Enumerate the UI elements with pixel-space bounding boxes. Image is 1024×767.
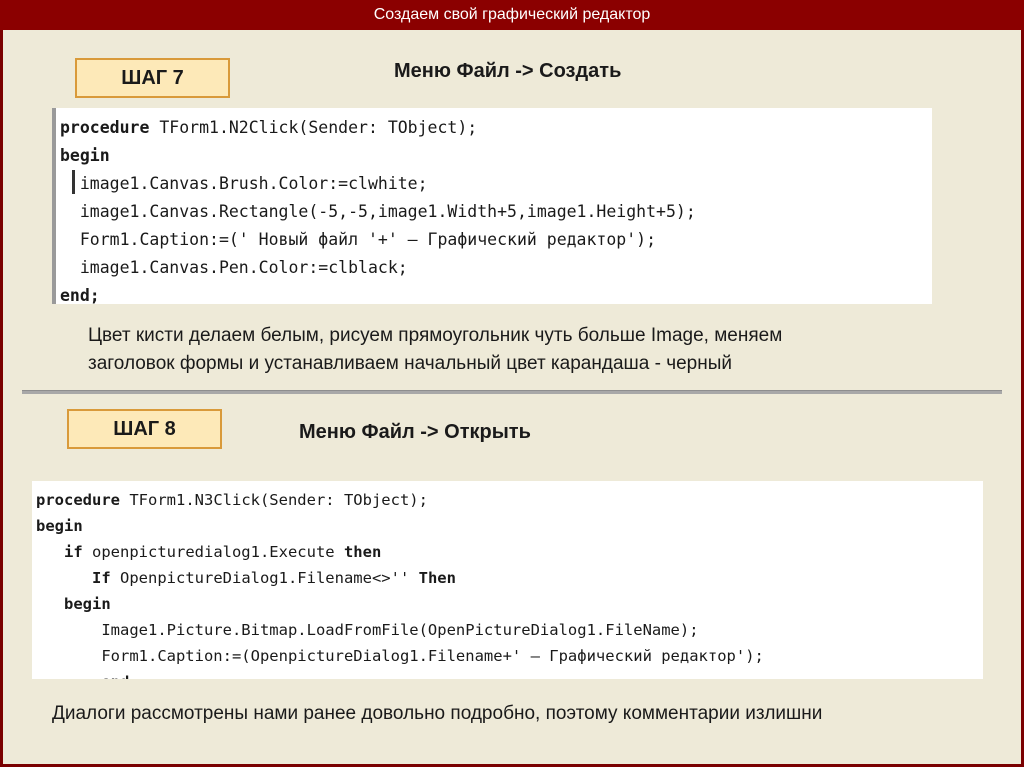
code-keyword: procedure [60,118,150,137]
step-8-badge: ШАГ 8 [67,409,222,449]
code-text: Form1.Caption:=(' Новый файл '+' – Графи… [60,230,657,249]
code-line: begin [60,142,932,170]
code-text: Image1.Picture.Bitmap.LoadFromFile(OpenP… [36,621,699,639]
step-7-description-line-1: Цвет кисти делаем белым, рисуем прямоуго… [88,325,783,346]
step-7-description-line-2: заголовок формы и устанавливаем начальны… [88,353,732,374]
code-text: Form1.Caption:=(OpenpictureDialog1.Filen… [36,647,764,665]
code-line: end; [60,282,932,304]
code-line: begin [36,513,983,539]
code-line: image1.Canvas.Brush.Color:=clwhite; [60,170,932,198]
code-line: Form1.Caption:=(OpenpictureDialog1.Filen… [36,643,983,669]
text-cursor [72,170,75,194]
step-7-badge: ШАГ 7 [75,58,230,98]
code-keyword: end; [60,286,100,304]
code-text: image1.Canvas.Brush.Color:=clwhite; [60,174,428,193]
code-gutter [52,108,56,304]
code-line: If OpenpictureDialog1.Filename<>'' Then [36,565,983,591]
code-text: openpicturedialog1.Execute [82,543,344,561]
code-keyword: procedure [36,491,120,509]
code-keyword: if [64,543,83,561]
code-line: end; [36,669,983,679]
code-keyword: then [343,543,382,561]
step-8-code-listing: procedure TForm1.N3Click(Sender: TObject… [32,481,983,679]
slide-title: Создаем свой графический редактор [0,0,1024,30]
code-line: Form1.Caption:=(' Новый файл '+' – Графи… [60,226,932,254]
step-8-description: Диалоги рассмотрены нами ранее довольно … [52,703,823,724]
code-keyword: begin [36,517,83,535]
code-line: begin [36,591,983,617]
code-line: image1.Canvas.Pen.Color:=clblack; [60,254,932,282]
step-7-code-listing: procedure TForm1.N2Click(Sender: TObject… [52,108,932,304]
code-text: image1.Canvas.Rectangle(-5,-5,image1.Wid… [60,202,696,221]
code-line: procedure TForm1.N2Click(Sender: TObject… [60,114,932,142]
code-keyword: If [92,569,111,587]
step-8-menu-heading: Меню Файл -> Открыть [299,421,531,443]
code-text: TForm1.N2Click(Sender: TObject); [149,118,478,137]
code-text: image1.Canvas.Pen.Color:=clblack; [60,258,408,277]
code-keyword: begin [60,146,110,165]
code-keyword: end; [36,673,138,679]
step-7-description: Цвет кисти делаем белым, рисуем прямоуго… [88,322,948,378]
code-line: procedure TForm1.N3Click(Sender: TObject… [36,487,983,513]
code-keyword: begin [64,595,111,613]
step-7-menu-heading: Меню Файл -> Создать [394,60,622,82]
code-keyword: Then [418,569,456,587]
section-divider [22,390,1002,394]
code-text: TForm1.N3Click(Sender: TObject); [120,491,428,509]
code-line: image1.Canvas.Rectangle(-5,-5,image1.Wid… [60,198,932,226]
code-line: if openpicturedialog1.Execute then [36,539,983,565]
code-text: OpenpictureDialog1.Filename<>'' [110,569,419,587]
code-line: Image1.Picture.Bitmap.LoadFromFile(OpenP… [36,617,983,643]
